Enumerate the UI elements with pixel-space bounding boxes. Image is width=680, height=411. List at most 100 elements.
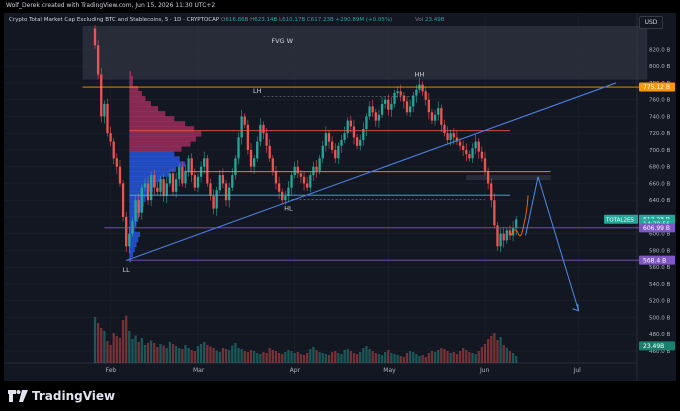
candle-body [100,74,103,117]
volume-profile-bar [129,91,142,97]
candle-body [231,175,234,188]
volume-bar [178,348,181,363]
candle-body [505,230,508,241]
volume-bar [196,346,200,363]
volume-bar [262,352,265,363]
volume-bar [430,351,434,363]
volume-bar [209,346,212,363]
candle-body [330,141,334,150]
volume-bar [399,356,402,363]
y-tick-label: 720.0 B [649,131,670,137]
candle-body [471,148,474,159]
annotation-label: LH [253,87,262,95]
candle-body [277,183,281,192]
volume-bar [252,351,256,363]
volume-profile-bar [129,156,180,162]
volume-bar [334,351,337,363]
tradingview-logo-icon [8,390,28,402]
volume-bar [215,350,218,363]
candle-body [327,133,331,142]
volume-bar [228,350,231,363]
volume-bar [125,315,128,363]
candle-body [384,99,387,104]
x-tick-label: Jul [573,367,582,374]
volume-bar [199,344,203,363]
volume-profile-bar [129,161,186,167]
volume-profile-bar [129,101,151,107]
price-chart[interactable]: 460.0 B480.0 B500.0 B520.0 B540.0 B560.0… [4,13,676,381]
volume-bar [243,351,246,363]
volume-bar [156,347,159,363]
volume-bar [234,343,237,363]
volume-bar [168,342,172,363]
candle-body [393,93,396,104]
candle-body [137,200,140,213]
volume-bar [302,355,306,363]
candle-body [112,141,115,159]
candle-body [184,170,187,184]
volume-bar [96,323,100,363]
volume-bar [384,352,387,363]
candle-body [483,158,487,171]
x-tick-label: May [383,367,396,374]
candle-body [218,175,221,191]
volume-bar [274,351,278,363]
candle-body [446,133,449,140]
volume-bar [190,350,193,363]
candle-body [128,233,131,247]
candle-body [96,45,100,75]
volume-bar [109,345,112,363]
volume-profile-bar [129,151,175,157]
volume-bar [452,352,455,363]
volume-bar [103,331,106,363]
projection-path [525,176,580,311]
volume-bar [203,342,206,363]
candle-body [380,103,384,115]
volume-bar [402,357,406,363]
candle-body [274,170,278,184]
publisher-credit: Wolf_Derek created with TradingView.com,… [6,2,216,9]
candle-body [178,166,181,180]
candle-body [340,139,343,146]
y-tick-label: 800.0 B [649,64,670,70]
candle-body [462,145,465,150]
volume-profile-bar [129,96,146,102]
volume-bar [390,353,393,363]
x-tick-label: Apr [290,367,301,374]
projection-arrowhead [572,303,580,312]
candle-body [424,91,427,100]
candle-body [334,149,337,159]
candle-body [396,91,399,93]
open-value: 616.86B [225,17,249,23]
volume-bar [362,348,365,363]
candle-body [430,112,434,121]
candle-body [249,149,253,167]
candle-body [221,175,225,184]
volume-bar [349,351,352,363]
volume-bar [471,353,474,363]
candle-body [196,176,200,188]
y-tick-label: 520.0 B [649,299,670,305]
candle-body [352,126,356,138]
volume-profile-bar [129,131,202,137]
volume-bar [240,349,243,363]
change-value: +290.89M (+0.05%) [335,17,393,23]
volume-profile-bar [129,231,141,238]
volume-bar [405,353,409,363]
volume-profile-bar [129,116,175,122]
candle-body [355,137,359,146]
candle-body [359,139,362,146]
candle-body [206,158,209,184]
candle-body [321,145,324,159]
candle-body [343,133,346,140]
y-tick-label: 560.0 B [649,265,670,271]
volume-bar [165,348,168,363]
candle-body [215,190,218,209]
candle-body [150,175,153,201]
volume-bar [290,351,293,363]
candle-body [168,173,172,184]
currency-button[interactable]: USD [639,16,663,29]
candle-body [103,103,106,117]
volume-bar [121,320,125,363]
volume-bar [137,342,140,363]
